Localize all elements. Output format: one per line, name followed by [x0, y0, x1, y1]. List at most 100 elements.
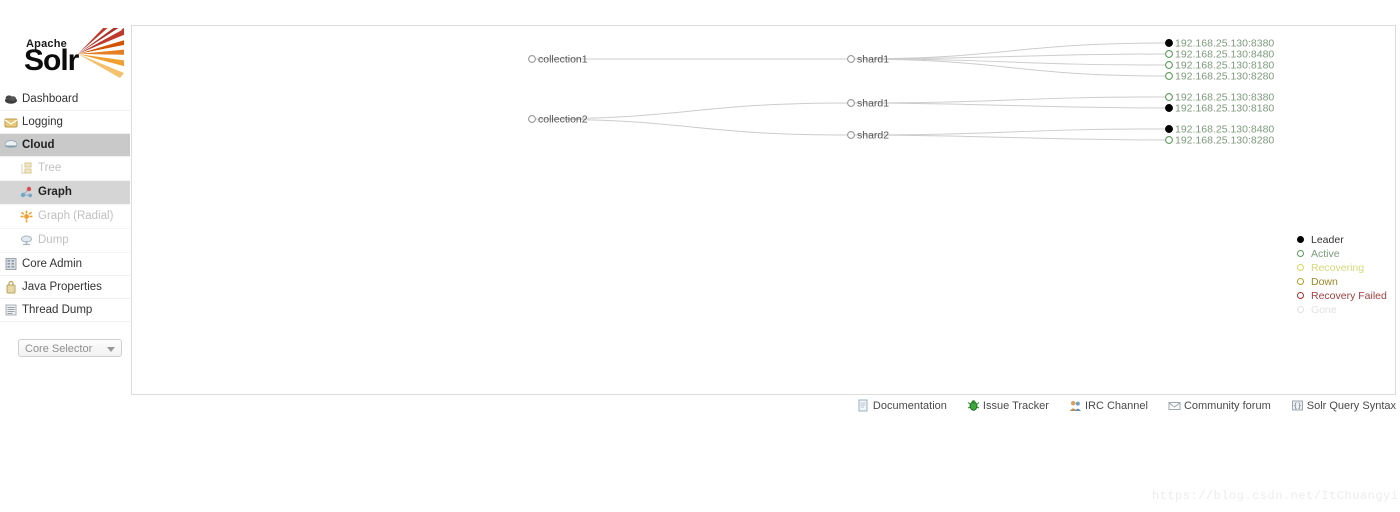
- svg-text:{}: {}: [1293, 402, 1301, 410]
- shard-node-marker[interactable]: [847, 131, 855, 139]
- footer-link-label: Documentation: [872, 400, 947, 412]
- legend-label: Recovering: [1311, 262, 1365, 274]
- collection-node-marker[interactable]: [528, 55, 536, 63]
- replica-node-label: 192.168.25.130:8280: [1175, 71, 1274, 83]
- legend-state-icon: [1297, 264, 1304, 271]
- thread-dump-icon: [5, 304, 17, 316]
- cloud-subnav: Tree Graph Graph (Radial) Dump: [0, 157, 130, 253]
- sidebar-item-dashboard[interactable]: Dashboard: [0, 88, 130, 111]
- sidebar-item-logging[interactable]: Logging: [0, 111, 130, 134]
- java-properties-icon: [6, 280, 16, 294]
- tree-icon: [21, 162, 32, 174]
- collection-node-label: collection2: [538, 114, 588, 126]
- sidebar-item-tree[interactable]: Tree: [0, 157, 130, 181]
- sidebar-item-dump[interactable]: Dump: [0, 229, 130, 253]
- legend-item: Gone: [1297, 303, 1395, 317]
- core-admin-icon: [5, 258, 17, 270]
- replica-node-marker[interactable]: [1165, 50, 1173, 58]
- graph-legend: Leader Active Recovering Down Recovery Faile…: [1297, 233, 1395, 317]
- sidebar-item-core-admin[interactable]: Core Admin: [0, 253, 130, 276]
- replica-node-label: 192.168.25.130:8280: [1175, 135, 1274, 147]
- replica-node-label: 192.168.25.130:8180: [1175, 103, 1274, 115]
- graph-icon: [20, 186, 32, 198]
- sidebar-label: Core Admin: [22, 258, 83, 270]
- sidebar-item-graph-radial[interactable]: Graph (Radial): [0, 205, 130, 229]
- dashboard-icon: [5, 95, 17, 104]
- sidebar-nav: Dashboard Logging Cloud Tree Graph Graph…: [0, 88, 130, 322]
- shard-node-label: shard2: [857, 130, 889, 142]
- shard-node-marker[interactable]: [847, 55, 855, 63]
- footer-link-issue-tracker[interactable]: Issue Tracker: [967, 398, 1049, 414]
- sidebar-item-thread-dump[interactable]: Thread Dump: [0, 299, 130, 322]
- footer-link-solr-query-syntax[interactable]: {} Solr Query Syntax: [1291, 398, 1396, 414]
- sidebar-label: Logging: [22, 116, 63, 128]
- bug-icon: [967, 399, 980, 412]
- footer-link-label: Community forum: [1183, 400, 1271, 412]
- document-icon: [857, 399, 870, 412]
- core-selector-dropdown[interactable]: Core Selector: [18, 339, 122, 357]
- footer-link-irc-channel[interactable]: IRC Channel: [1069, 398, 1148, 414]
- envelope-icon: [1168, 399, 1181, 412]
- legend-label: Leader: [1311, 234, 1344, 246]
- legend-state-icon: [1297, 236, 1304, 243]
- sidebar-label: Dashboard: [22, 93, 79, 105]
- sidebar-label: Graph (Radial): [38, 210, 114, 222]
- graph-link: [850, 128, 1170, 136]
- sidebar-item-cloud[interactable]: Cloud: [0, 134, 130, 157]
- legend-item: Down: [1297, 275, 1395, 289]
- legend-label: Recovery Failed: [1311, 290, 1387, 302]
- replica-node-marker[interactable]: [1165, 125, 1173, 133]
- legend-label: Active: [1311, 248, 1340, 260]
- solr-admin-page: Apache Solr Dashboard Logging Cloud Tree…: [0, 0, 1400, 512]
- graph-link: [850, 102, 1170, 109]
- cloud-graph[interactable]: collection1 collection2 shard1 shard1 shard2…: [132, 26, 1395, 394]
- brand-solr: Solr: [24, 44, 79, 77]
- core-selector-label: Core Selector: [25, 343, 93, 355]
- footer-link-label: IRC Channel: [1084, 400, 1148, 412]
- replica-node-marker[interactable]: [1165, 136, 1173, 144]
- sidebar-item-graph[interactable]: Graph: [0, 181, 130, 205]
- graph-link: [850, 96, 1170, 104]
- replica-node-marker[interactable]: [1165, 72, 1173, 80]
- shard-node-label: shard1: [857, 98, 889, 110]
- footer-links: Documentation Issue Tracker IRC Channel Com…: [131, 398, 1396, 416]
- legend-item: Active: [1297, 247, 1395, 261]
- legend-item: Recovery Failed: [1297, 289, 1395, 303]
- footer-link-label: Solr Query Syntax: [1306, 400, 1396, 412]
- sidebar: Apache Solr Dashboard Logging Cloud Tree…: [0, 0, 130, 400]
- chevron-down-icon: [107, 347, 115, 352]
- legend-state-icon: [1297, 292, 1304, 299]
- solr-logo[interactable]: Apache Solr: [16, 28, 124, 80]
- footer-link-label: Issue Tracker: [982, 400, 1049, 412]
- sidebar-label: Graph: [38, 186, 72, 198]
- cloud-graph-panel: collection1 collection2 shard1 shard1 shard2…: [131, 25, 1396, 395]
- legend-state-icon: [1297, 306, 1304, 313]
- collection-node-label: collection1: [538, 54, 588, 66]
- logging-icon: [4, 118, 18, 128]
- legend-item: Leader: [1297, 233, 1395, 247]
- legend-label: Down: [1311, 276, 1338, 288]
- sidebar-item-java-properties[interactable]: Java Properties: [0, 276, 130, 299]
- shard-node-marker[interactable]: [847, 99, 855, 107]
- replica-node-marker[interactable]: [1165, 93, 1173, 101]
- replica-node-marker[interactable]: [1165, 39, 1173, 47]
- sidebar-label: Cloud: [22, 139, 55, 151]
- legend-state-icon: [1297, 250, 1304, 257]
- replica-node-marker[interactable]: [1165, 104, 1173, 112]
- graph-link: [850, 134, 1170, 141]
- sidebar-label: Thread Dump: [22, 304, 93, 316]
- users-icon: [1069, 399, 1082, 412]
- watermark-text: https://blog.csdn.net/ItChuangyi: [1152, 489, 1399, 503]
- footer-link-documentation[interactable]: Documentation: [857, 398, 947, 414]
- footer-link-community-forum[interactable]: Community forum: [1168, 398, 1271, 414]
- shard-node-label: shard1: [857, 54, 889, 66]
- cloud-icon: [4, 140, 18, 148]
- query-syntax-icon: {}: [1291, 399, 1304, 412]
- replica-node-marker[interactable]: [1165, 61, 1173, 69]
- sidebar-label: Dump: [38, 234, 69, 246]
- legend-state-icon: [1297, 278, 1304, 285]
- dump-icon: [21, 235, 32, 246]
- sidebar-label: Tree: [38, 162, 62, 174]
- collection-node-marker[interactable]: [528, 115, 536, 123]
- legend-label: Gone: [1311, 304, 1337, 316]
